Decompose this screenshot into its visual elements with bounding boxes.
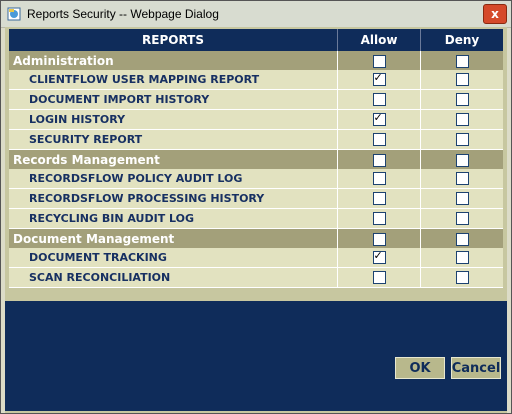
group-row: Administration [9,51,503,70]
report-label: RECYCLING BIN AUDIT LOG [9,208,338,229]
deny-cell [420,109,503,130]
allow-cell [337,267,421,288]
report-label: RECORDSFLOW POLICY AUDIT LOG [9,169,338,189]
allow-cell [337,89,421,110]
close-button[interactable]: x [483,4,507,24]
allow-checkbox[interactable] [372,212,386,226]
allow-cell [337,169,421,189]
report-row: RECYCLING BIN AUDIT LOG [9,208,503,229]
group-row: Document Management [9,228,503,248]
allow-cell [337,109,421,130]
group-label: Administration [9,51,338,70]
report-row: LOGIN HISTORY [9,109,503,130]
report-row: RECORDSFLOW PROCESSING HISTORY [9,188,503,209]
allow-checkbox[interactable] [372,153,386,167]
deny-checkbox[interactable] [455,93,469,107]
report-label: DOCUMENT TRACKING [9,248,338,268]
allow-cell [337,70,421,90]
ok-button[interactable]: OK [395,357,445,379]
deny-cell [420,129,503,150]
deny-checkbox[interactable] [455,212,469,226]
deny-cell [420,51,503,70]
group-label: Records Management [9,149,338,169]
report-label: LOGIN HISTORY [9,109,338,130]
title-bar[interactable]: Reports Security -- Webpage Dialog x [1,1,511,28]
allow-checkbox[interactable] [372,93,386,107]
window-title: Reports Security -- Webpage Dialog [27,7,219,21]
dialog-window: Reports Security -- Webpage Dialog x REP… [0,0,512,414]
webpage-icon [7,7,21,21]
report-row: SECURITY REPORT [9,129,503,150]
column-header-allow: Allow [337,29,421,51]
allow-checkbox[interactable] [372,71,386,87]
deny-checkbox[interactable] [455,172,469,186]
deny-cell [420,248,503,268]
deny-cell [420,228,503,248]
report-row: RECORDSFLOW POLICY AUDIT LOG [9,169,503,189]
allow-cell [337,51,421,70]
report-label: RECORDSFLOW PROCESSING HISTORY [9,188,338,209]
deny-checkbox[interactable] [455,54,469,68]
allow-cell [337,188,421,209]
deny-checkbox[interactable] [455,232,469,246]
header-row: REPORTS Allow Deny [9,29,503,51]
deny-checkbox[interactable] [455,113,469,127]
report-row: DOCUMENT IMPORT HISTORY [9,89,503,110]
column-header-reports: REPORTS [9,29,338,51]
reports-table: REPORTS Allow Deny Administration CLIENTF… [9,29,503,288]
allow-checkbox[interactable] [372,133,386,147]
allow-cell [337,129,421,150]
deny-cell [420,89,503,110]
deny-checkbox[interactable] [455,133,469,147]
allow-checkbox[interactable] [372,271,386,285]
deny-cell [420,70,503,90]
allow-checkbox[interactable] [372,54,386,68]
report-row: DOCUMENT TRACKING [9,248,503,268]
report-row: SCAN RECONCILIATION [9,267,503,288]
report-label: DOCUMENT IMPORT HISTORY [9,89,338,110]
deny-cell [420,267,503,288]
deny-checkbox[interactable] [455,251,469,265]
report-label: SCAN RECONCILIATION [9,267,338,288]
deny-checkbox[interactable] [455,271,469,285]
allow-cell [337,228,421,248]
deny-cell [420,149,503,169]
allow-cell [337,248,421,268]
dialog-footer: OK Cancel [5,301,507,411]
allow-checkbox[interactable] [372,192,386,206]
allow-checkbox[interactable] [372,232,386,246]
allow-cell [337,208,421,229]
column-header-deny: Deny [420,29,503,51]
allow-checkbox[interactable] [372,111,386,127]
allow-checkbox[interactable] [372,249,386,265]
cancel-button[interactable]: Cancel [451,357,501,379]
deny-checkbox[interactable] [455,73,469,87]
group-label: Document Management [9,228,338,248]
deny-checkbox[interactable] [455,192,469,206]
report-label: CLIENTFLOW USER MAPPING REPORT [9,70,338,90]
close-icon: x [491,7,499,21]
deny-checkbox[interactable] [455,153,469,167]
group-row: Records Management [9,149,503,169]
allow-checkbox[interactable] [372,172,386,186]
deny-cell [420,208,503,229]
deny-cell [420,188,503,209]
report-row: CLIENTFLOW USER MAPPING REPORT [9,70,503,90]
allow-cell [337,149,421,169]
deny-cell [420,169,503,189]
report-label: SECURITY REPORT [9,129,338,150]
